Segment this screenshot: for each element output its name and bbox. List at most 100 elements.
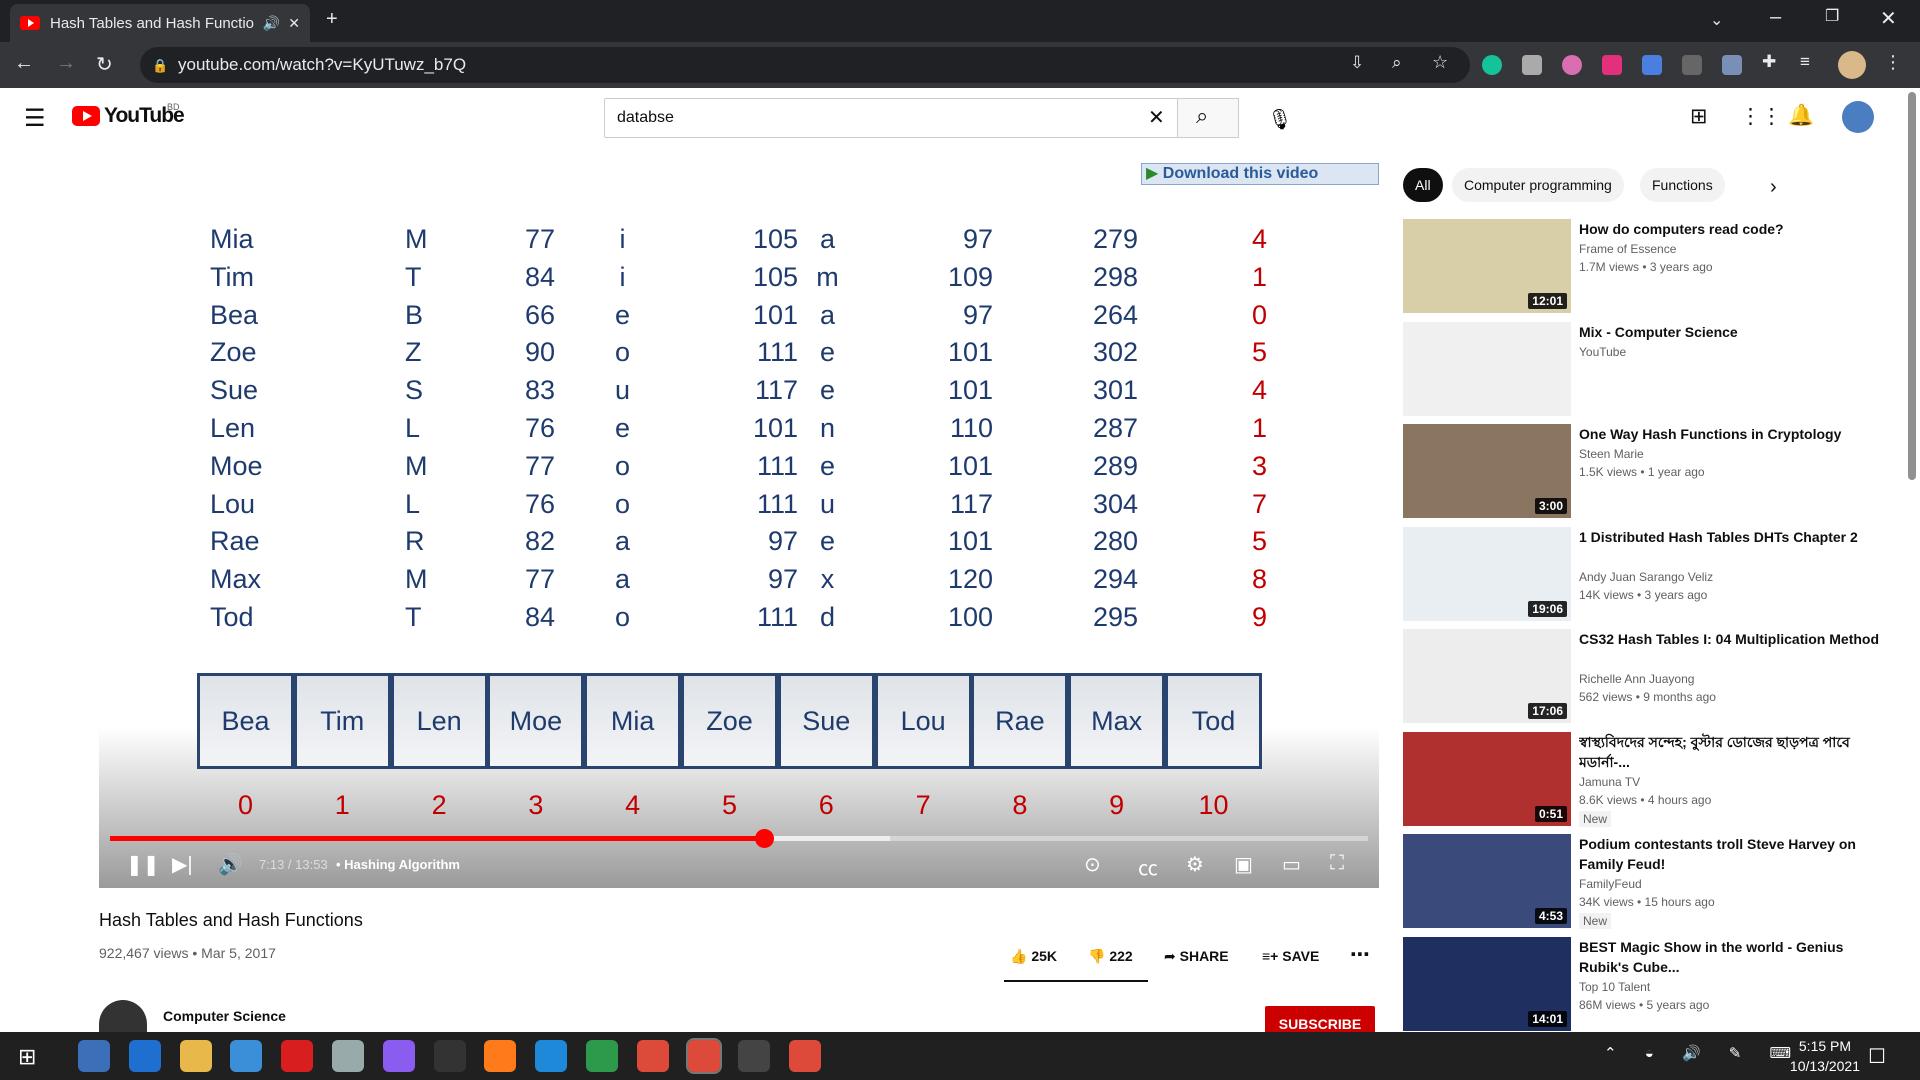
- browser-tab[interactable]: Hash Tables and Hash Functions 🔊 ✕: [10, 4, 310, 42]
- close-tab-icon[interactable]: ✕: [288, 15, 300, 32]
- video-thumbnail[interactable]: 0:51: [1403, 731, 1571, 826]
- mail-icon[interactable]: [230, 1040, 263, 1072]
- recommendation-item[interactable]: 19:06 1 Distributed Hash Tables DHTs Chap…: [1403, 526, 1893, 623]
- maximize-icon[interactable]: ❐: [1825, 6, 1839, 26]
- terminal-icon[interactable]: [738, 1040, 771, 1072]
- tab-search-icon[interactable]: ⌄: [1710, 10, 1723, 30]
- recommendation-title[interactable]: CS32 Hash Tables I: 04 Multiplication Me…: [1579, 629, 1879, 649]
- app-icon[interactable]: [484, 1040, 517, 1072]
- grammarly-extension-icon[interactable]: [1482, 55, 1502, 75]
- recommendation-channel[interactable]: Frame of Essence: [1579, 242, 1676, 256]
- channel-name[interactable]: Computer Science: [163, 1008, 286, 1024]
- create-video-icon[interactable]: ⊞: [1690, 104, 1708, 129]
- recommendation-title[interactable]: 1 Distributed Hash Tables DHTs Chapter 2: [1579, 527, 1879, 547]
- filter-chip[interactable]: Functions: [1640, 168, 1725, 202]
- install-icon[interactable]: ⇩: [1350, 53, 1364, 73]
- save-button[interactable]: ≡+ SAVE: [1262, 948, 1319, 964]
- recommendation-channel[interactable]: Top 10 Talent: [1579, 980, 1650, 994]
- qbittorrent-icon[interactable]: [78, 1040, 110, 1072]
- taskbar-clock[interactable]: 5:15 PM 10/13/2021: [1790, 1036, 1860, 1076]
- microphone-icon[interactable]: 🎙: [1260, 100, 1300, 140]
- recommendation-channel[interactable]: Richelle Ann Juayong: [1579, 672, 1694, 686]
- chevron-right-icon[interactable]: ›: [1770, 176, 1777, 199]
- chrome-icon[interactable]: [789, 1040, 822, 1072]
- apps-grid-icon[interactable]: ⋮⋮: [1740, 104, 1782, 129]
- lock-icon[interactable]: 🔒: [152, 58, 168, 74]
- pause-icon[interactable]: ❚❚: [126, 852, 160, 877]
- camera-extension-icon[interactable]: [1522, 55, 1542, 75]
- next-icon[interactable]: ▶|: [172, 852, 193, 877]
- recommendation-title[interactable]: Podium contestants troll Steve Harvey on…: [1579, 834, 1879, 874]
- subtitles-icon[interactable]: ㏄: [1138, 852, 1158, 881]
- share-button[interactable]: ➦ SHARE: [1164, 948, 1229, 965]
- recommendation-channel[interactable]: FamilyFeud: [1579, 877, 1642, 891]
- system-tray-icons[interactable]: ⌃ ◒ 🔊 ✎ ⌨: [1604, 1044, 1803, 1062]
- page-scrollbar[interactable]: [1908, 92, 1916, 480]
- bookmark-star-icon[interactable]: ☆: [1432, 52, 1448, 73]
- windows-start-icon[interactable]: ⊞: [18, 1044, 36, 1070]
- channel-avatar[interactable]: [99, 1000, 147, 1032]
- search-input[interactable]: databse: [604, 98, 1178, 138]
- github-icon[interactable]: [433, 1040, 466, 1072]
- notifications-bell-icon[interactable]: 🔔: [1788, 104, 1814, 128]
- like-button[interactable]: 👍 25K: [1010, 948, 1057, 965]
- recommendation-channel[interactable]: Andy Juan Sarango Veliz: [1579, 570, 1713, 584]
- miniplayer-icon[interactable]: ▣: [1234, 852, 1253, 877]
- notification-center-icon[interactable]: ☐: [1868, 1044, 1886, 1069]
- extension-icon[interactable]: [1562, 55, 1582, 75]
- recommendation-item[interactable]: 17:06 CS32 Hash Tables I: 04 Multiplicati…: [1403, 629, 1893, 725]
- minimize-icon[interactable]: –: [1770, 6, 1781, 29]
- video-thumbnail[interactable]: 14:01: [1403, 936, 1571, 1031]
- recommendation-title[interactable]: One Way Hash Functions in Cryptology: [1579, 424, 1879, 444]
- file-explorer-icon[interactable]: [179, 1040, 212, 1072]
- hamburger-menu-icon[interactable]: ☰: [24, 104, 46, 133]
- recommendation-item[interactable]: 3:00 One Way Hash Functions in Cryptology…: [1403, 424, 1893, 520]
- recommendation-title[interactable]: Mix - Computer Science: [1579, 322, 1879, 342]
- messenger-icon[interactable]: [382, 1040, 415, 1072]
- chrome-menu-icon[interactable]: ⋮: [1884, 52, 1902, 73]
- recommendation-item[interactable]: 14:01 BEST Magic Show in the world - Geni…: [1403, 936, 1893, 1033]
- fullscreen-icon[interactable]: ⛶: [1330, 852, 1344, 875]
- back-icon[interactable]: ←: [14, 52, 34, 75]
- forward-icon[interactable]: →: [56, 52, 76, 75]
- video-thumbnail[interactable]: 17:06: [1403, 629, 1571, 723]
- zoom-icon[interactable]: ⌕: [1392, 53, 1402, 73]
- chapter-title[interactable]: • Hashing Algorithm: [336, 857, 460, 872]
- theater-mode-icon[interactable]: ▭: [1282, 852, 1301, 877]
- clear-search-icon[interactable]: ✕: [1148, 105, 1165, 130]
- filter-chip[interactable]: Computer programming: [1452, 168, 1624, 202]
- profile-avatar[interactable]: [1838, 51, 1866, 79]
- user-avatar[interactable]: [1842, 101, 1874, 133]
- video-thumbnail[interactable]: 4:53: [1403, 834, 1571, 928]
- vscode-icon[interactable]: [586, 1040, 618, 1072]
- recommendation-item[interactable]: Mix - Computer Science YouTube: [1403, 321, 1893, 418]
- volume-icon[interactable]: 🔊: [218, 852, 243, 877]
- recommendation-channel[interactable]: Steen Marie: [1579, 447, 1644, 461]
- extensions-puzzle-icon[interactable]: ✚: [1762, 52, 1776, 72]
- video-thumbnail[interactable]: [1403, 321, 1571, 416]
- recommendation-title[interactable]: BEST Magic Show in the world - Genius Ru…: [1579, 937, 1879, 977]
- url-field[interactable]: youtube.com/watch?v=KyUTuwz_b7Q: [140, 47, 1470, 83]
- recommendation-item[interactable]: 4:53 Podium contestants troll Steve Harve…: [1403, 834, 1893, 930]
- video-thumbnail[interactable]: 19:06: [1403, 526, 1571, 621]
- download-video-overlay[interactable]: ▶ Download this video: [1141, 163, 1379, 185]
- video-thumbnail[interactable]: 3:00: [1403, 424, 1571, 518]
- filter-chip[interactable]: All: [1403, 168, 1443, 202]
- more-actions-icon[interactable]: ⋯: [1350, 942, 1370, 967]
- recommendation-item[interactable]: 0:51 স্বাস্থ্যবিদদের সন্দেহ; বুস্টার ডোজে…: [1403, 731, 1893, 828]
- opera-icon[interactable]: [281, 1040, 314, 1072]
- new-tab-icon[interactable]: +: [326, 8, 338, 31]
- extension-icon[interactable]: [1682, 55, 1702, 75]
- pen-extension-icon[interactable]: [1722, 55, 1742, 75]
- autoplay-toggle-icon[interactable]: ⊙: [1084, 852, 1101, 877]
- reading-list-icon[interactable]: ≡: [1800, 52, 1810, 72]
- recommendation-title[interactable]: How do computers read code?: [1579, 219, 1879, 239]
- play-extension-icon[interactable]: [1602, 55, 1622, 75]
- recommendation-channel[interactable]: Jamuna TV: [1579, 775, 1640, 789]
- speaker-icon[interactable]: 🔊: [263, 15, 280, 32]
- edge-icon[interactable]: [128, 1040, 161, 1072]
- recommendation-item[interactable]: 12:01 How do computers read code? Frame of…: [1403, 219, 1893, 315]
- satellite-app-icon[interactable]: [332, 1040, 364, 1072]
- globe-app-icon[interactable]: [636, 1040, 669, 1072]
- download-extension-icon[interactable]: [1642, 55, 1662, 75]
